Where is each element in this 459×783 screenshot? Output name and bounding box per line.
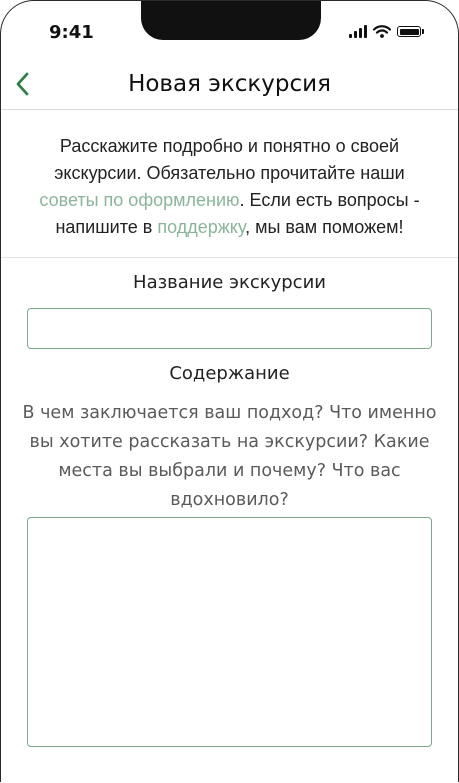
excursion-title-input[interactable] — [27, 308, 432, 349]
divider — [1, 257, 458, 258]
status-time: 9:41 — [49, 22, 94, 43]
content-hint: В чем заключается ваш подход? Что именно… — [22, 403, 437, 510]
notch — [141, 1, 321, 40]
cellular-signal-icon — [349, 25, 367, 38]
page-title: Новая экскурсия — [128, 71, 331, 97]
support-link[interactable]: поддержку — [157, 217, 245, 237]
status-bar: 9:41 — [1, 1, 458, 63]
design-tips-link[interactable]: советы по оформлению — [39, 190, 239, 210]
wifi-icon — [373, 25, 391, 38]
intro-text-part: , мы вам поможем! — [245, 217, 404, 237]
battery-icon — [397, 26, 424, 37]
content-field-label: Содержание — [169, 363, 290, 384]
excursion-content-textarea[interactable] — [27, 517, 432, 747]
title-field-label: Название экскурсии — [133, 272, 326, 293]
intro-text: Расскажите подробно и понятно о своей эк… — [23, 133, 436, 241]
navigation-bar: Новая экскурсия — [1, 63, 458, 110]
status-icons — [349, 25, 424, 38]
intro-text-part: Расскажите подробно и понятно о своей эк… — [54, 136, 405, 183]
phone-frame: 9:41 Новая экскурсия Расскажите подробно… — [0, 0, 459, 782]
